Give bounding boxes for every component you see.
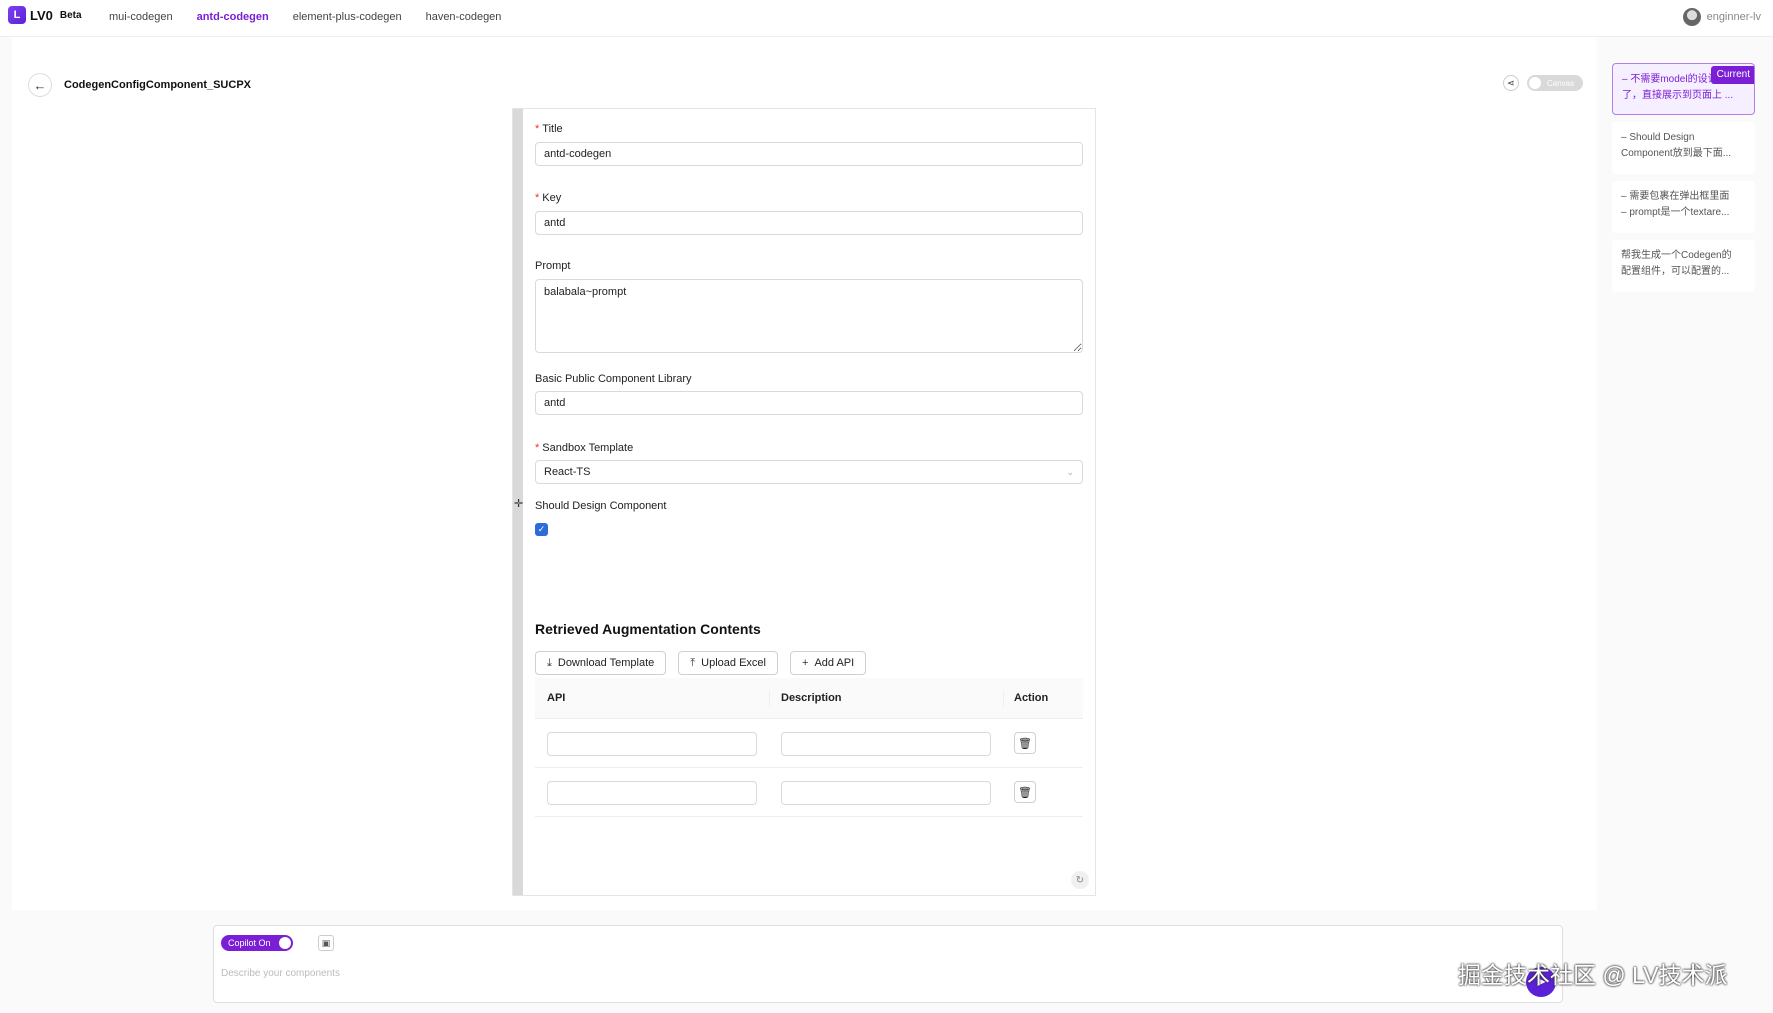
copilot-bar: Copilot On ▣ ➤	[213, 925, 1563, 1003]
user-name: enginner-lv	[1706, 11, 1761, 23]
logo-icon: L	[8, 6, 26, 24]
history-item-line: – Should Design	[1621, 132, 1695, 143]
nav-link-haven-codegen[interactable]: haven-codegen	[426, 11, 502, 23]
column-separator	[769, 691, 770, 707]
sandbox-select[interactable]: React-TS ⌄	[535, 460, 1083, 484]
beta-label: Beta	[59, 9, 82, 21]
api-table: API Description Action 🗑 🗑	[535, 678, 1083, 817]
check-icon: ✓	[537, 524, 546, 534]
library-label: Basic Public Component Library	[535, 373, 692, 385]
download-template-label: Download Template	[557, 657, 655, 669]
trash-icon: 🗑	[1018, 786, 1032, 799]
plus-icon: +	[802, 657, 809, 669]
title-label: * Title	[535, 123, 563, 135]
current-badge: Current	[1710, 66, 1754, 84]
library-input[interactable]	[535, 391, 1083, 415]
description-input[interactable]	[781, 781, 991, 805]
nav-links: mui-codegen antd-codegen element-plus-co…	[109, 11, 501, 23]
main-canvas: ← CodegenConfigComponent_SUCPX ⋖ Canvas …	[12, 37, 1597, 910]
table-row: 🗑	[535, 719, 1083, 768]
column-header-action: Action	[1014, 692, 1049, 704]
sandbox-selected-value: React-TS	[544, 466, 591, 478]
arrow-left-icon: ←	[33, 77, 47, 93]
history-item-line: – 需要包裹在弹出框里面	[1621, 191, 1730, 202]
column-header-api: API	[547, 692, 566, 704]
history-item-line: 配置组件，可以配置的...	[1621, 266, 1730, 277]
download-template-button[interactable]: ⤓ Download Template	[535, 651, 667, 675]
upload-icon: ⤒	[690, 656, 696, 669]
nav-link-element-plus-codegen[interactable]: element-plus-codegen	[293, 11, 402, 23]
history-item[interactable]: – 需要包裹在弹出框里面 – prompt是一个textare...	[1612, 181, 1755, 233]
design-component-label: Should Design Component	[535, 500, 667, 512]
api-input[interactable]	[547, 781, 757, 805]
config-form-panel: ✛ *Title *Key Prompt balabala~prompt Bas…	[512, 108, 1096, 896]
page-title: CodegenConfigComponent_SUCPX	[64, 79, 251, 91]
add-api-label: Add API	[814, 657, 855, 669]
logo[interactable]: L LV0 Beta	[8, 6, 82, 24]
action-buttons: ⤓ Download Template ⤒ Upload Excel + Add…	[535, 651, 867, 675]
download-icon: ⤓	[547, 656, 552, 669]
canvas-toggle-label: Canvas	[1547, 78, 1575, 88]
chevron-down-icon: ⌄	[1066, 466, 1074, 477]
prompt-textarea[interactable]: balabala~prompt	[535, 279, 1083, 353]
delete-row-button[interactable]: 🗑	[1014, 732, 1036, 754]
trash-icon: 🗑	[1018, 737, 1032, 750]
share-icon: ⋖	[1507, 77, 1515, 88]
avatar	[1682, 8, 1701, 26]
table-header: API Description Action	[535, 678, 1083, 719]
key-input[interactable]	[535, 211, 1083, 235]
nav-link-antd-codegen[interactable]: antd-codegen	[197, 11, 269, 23]
history-item-line: 帮我生成一个Codegen的	[1621, 250, 1732, 261]
key-label: * Key	[535, 192, 562, 204]
image-upload-button[interactable]: ▣	[318, 935, 334, 951]
image-icon: ▣	[321, 937, 331, 948]
history-item[interactable]: – Should Design Component放到最下面...	[1612, 122, 1755, 174]
design-component-checkbox[interactable]: ✓	[535, 523, 548, 536]
history-item-line: Component放到最下面...	[1621, 148, 1732, 159]
table-row: 🗑	[535, 768, 1083, 817]
history-item-line: 了，直接展示到页面上 ...	[1622, 90, 1734, 101]
logo-text: LV0	[30, 7, 53, 23]
add-api-button[interactable]: + Add API	[790, 651, 867, 675]
api-input[interactable]	[547, 732, 757, 756]
resize-handle[interactable]: ✛	[513, 109, 523, 895]
back-button[interactable]: ←	[28, 73, 52, 97]
refresh-button[interactable]: ↻	[1071, 871, 1089, 889]
section-title: Retrieved Augmentation Contents	[535, 621, 761, 637]
column-header-description: Description	[781, 692, 842, 704]
column-separator	[1003, 691, 1004, 707]
title-input[interactable]	[535, 142, 1083, 166]
copilot-toggle[interactable]: Copilot On	[221, 935, 293, 951]
description-input[interactable]	[781, 732, 991, 756]
top-nav: L LV0 Beta mui-codegen antd-codegen elem…	[0, 0, 1773, 37]
version-history: – 不需要model的设计 了，直接展示到页面上 ... Current – S…	[1612, 63, 1755, 299]
sandbox-label: * Sandbox Template	[535, 442, 634, 454]
share-button[interactable]: ⋖	[1503, 75, 1519, 91]
canvas-toggle[interactable]: Canvas	[1527, 75, 1583, 91]
toggle-knob	[279, 937, 291, 949]
history-item[interactable]: 帮我生成一个Codegen的 配置组件，可以配置的...	[1612, 240, 1755, 292]
drag-handle-icon: ✛	[514, 498, 524, 510]
delete-row-button[interactable]: 🗑	[1014, 781, 1036, 803]
component-description-input[interactable]	[221, 963, 1521, 983]
nav-link-mui-codegen[interactable]: mui-codegen	[109, 11, 173, 23]
copilot-toggle-label: Copilot On	[228, 938, 271, 948]
history-item-current[interactable]: – 不需要model的设计 了，直接展示到页面上 ... Current	[1612, 63, 1755, 115]
watermark: 掘金技术社区 @ LV技术派	[1458, 962, 1728, 988]
prompt-label: Prompt	[535, 260, 571, 272]
upload-excel-button[interactable]: ⤒ Upload Excel	[678, 651, 778, 675]
upload-excel-label: Upload Excel	[701, 657, 766, 669]
toggle-knob	[1529, 77, 1541, 89]
refresh-icon: ↻	[1075, 874, 1085, 886]
user-menu[interactable]: enginner-lv	[1682, 8, 1761, 26]
history-item-line: – prompt是一个textare...	[1621, 207, 1730, 218]
